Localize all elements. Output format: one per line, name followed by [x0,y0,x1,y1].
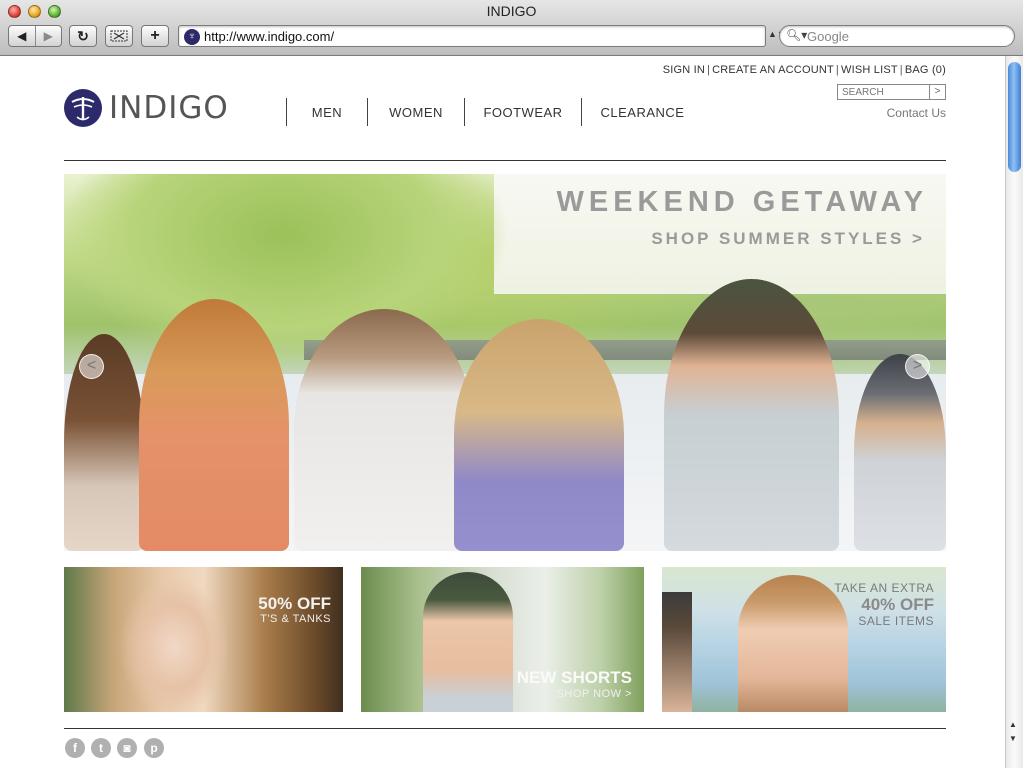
nav-item-footwear[interactable]: FOOTWEAR [464,98,581,126]
browser-search-placeholder: Google [807,29,849,44]
header-divider [64,160,946,161]
promo-2-subline: SHOP NOW > [556,688,632,700]
favicon-icon: ♆ [184,29,200,45]
scroll-up-icon[interactable]: ▲ [1009,720,1017,729]
url-text: http://www.indigo.com/ [204,29,335,44]
hero-person-5 [664,279,839,551]
promo-model-3b [738,575,848,712]
promo-2-headline: NEW SHORTS [516,668,632,687]
promo-3-preline: TAKE AN EXTRA [834,581,934,595]
reload-icon: ↻ [77,27,89,44]
promo-model-2 [423,572,513,712]
promo-3-headline: 40% OFF [861,595,934,614]
footer-divider [64,728,946,729]
address-bar[interactable]: ♆ http://www.indigo.com/ [178,25,766,47]
back-icon[interactable]: ◀ [9,26,35,46]
promo-1-headline: 50% OFF [258,594,331,613]
window-title: INDIGO [486,3,537,19]
browser-window: INDIGO ◀ ▶ ↻ + ♆ http://www.indigo.com/ … [0,0,1023,768]
contact-us-link[interactable]: Contact Us [846,106,946,120]
chevron-right-icon: > [912,357,923,374]
nav-item-women[interactable]: WOMEN [367,98,464,126]
promo-tile-shorts[interactable]: NEW SHORTS SHOP NOW > [361,567,644,712]
bag-link[interactable]: BAG (0) [905,64,946,76]
hero-prev-button[interactable]: < [79,354,104,379]
hero-person-2 [139,299,289,551]
scroll-down-icon[interactable]: ▼ [1009,734,1017,743]
hero-person-1 [64,334,144,551]
logo-emblem-icon [64,89,102,127]
site-search-input[interactable] [838,85,930,99]
hero-title: WEEKEND GETAWAY [556,186,928,218]
twitter-icon[interactable]: t [91,738,111,758]
main-nav: MEN WOMEN FOOTWEAR CLEARANCE [286,98,703,126]
promo-model-1 [104,567,244,712]
create-account-link[interactable]: CREATE AN ACCOUNT [712,64,834,76]
nav-item-men[interactable]: MEN [286,98,367,126]
back-forward-group: ◀ ▶ [8,25,62,47]
reload-button[interactable]: ↻ [69,25,97,47]
promo-1-subline: T'S & TANKS [260,613,331,625]
hero-banner[interactable]: WEEKEND GETAWAY SHOP SUMMER STYLES > < > [64,174,946,551]
hero-person-3 [294,309,474,551]
plus-icon: + [150,27,160,44]
promo-tile-sale[interactable]: TAKE AN EXTRA 40% OFF SALE ITEMS [662,567,946,712]
search-icon: 🔍︎▾ [786,28,808,42]
logo-text: INDIGO [109,90,229,126]
promo-tile-tanks[interactable]: 50% OFF T'S & TANKS [64,567,343,712]
hero-next-button[interactable]: > [905,354,930,379]
hero-person-6 [854,354,946,551]
add-bookmark-button[interactable]: + [141,25,169,47]
utility-nav: SIGN IN | CREATE AN ACCOUNT | WISH LIST | BAG … [662,64,946,76]
nav-item-clearance[interactable]: CLEARANCE [581,98,703,126]
site-logo[interactable]: INDIGO [64,89,229,127]
scissors-icon [110,30,128,42]
chevron-left-icon: < [86,357,97,374]
promo-model-3a [662,592,692,712]
web-page: SIGN IN | CREATE AN ACCOUNT | WISH LIST | BAG … [0,56,1005,768]
facebook-icon[interactable]: f [65,738,85,758]
wish-list-link[interactable]: WISH LIST [841,64,898,76]
snippet-button[interactable] [105,25,133,47]
pinterest-icon[interactable]: p [144,738,164,758]
browser-toolbar: INDIGO ◀ ▶ ↻ + ♆ http://www.indigo.com/ … [0,0,1023,56]
browser-search-field[interactable]: 🔍︎▾ Google [779,25,1015,47]
site-search-submit[interactable]: > [930,85,945,99]
hero-shop-link[interactable]: SHOP SUMMER STYLES > [504,229,925,249]
promo-3-subline: SALE ITEMS [858,614,934,628]
scrollbar-thumb[interactable] [1008,62,1021,172]
site-search-box: > [837,84,946,100]
sign-in-link[interactable]: SIGN IN [663,64,705,76]
vertical-scrollbar[interactable]: ▲ ▼ [1005,56,1023,768]
forward-icon[interactable]: ▶ [34,26,62,46]
instagram-icon[interactable]: ◙ [117,738,137,758]
hero-person-4 [454,319,624,551]
